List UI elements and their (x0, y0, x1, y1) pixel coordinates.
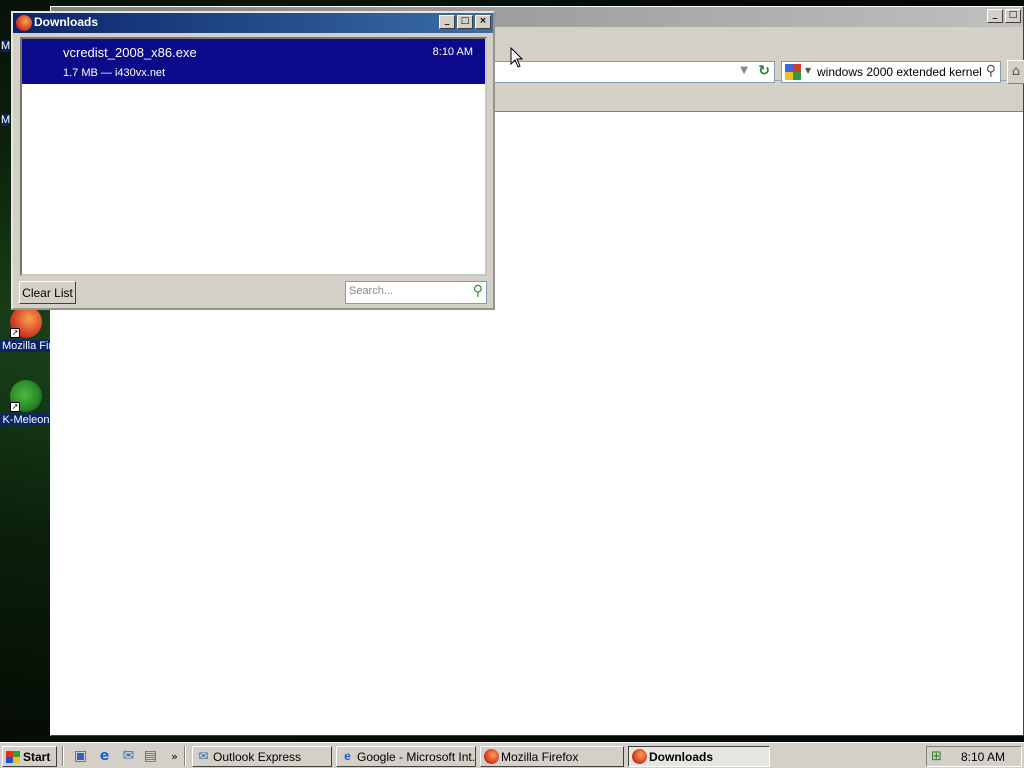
mouse-cursor-icon (510, 47, 524, 68)
taskbar-item-label: Outlook Express (213, 749, 302, 764)
clock[interactable]: 8:10 AM (961, 750, 1005, 764)
taskbar-item-label: Mozilla Firefox (501, 749, 579, 764)
taskbar-item-label: Google - Microsoft Int... (357, 749, 476, 764)
firefox-icon (484, 749, 499, 764)
window-title: Downloads (34, 15, 99, 29)
desktop-icon-firefox[interactable]: ↗ Mozilla Fire (0, 306, 52, 355)
download-meta: 1.7 MB — i430vx.net (63, 67, 166, 79)
internet-explorer-icon: e (344, 749, 351, 763)
k-meleon-icon: ↗ (10, 380, 42, 412)
desktop-edge-label: M (1, 40, 11, 52)
start-label: Start (23, 749, 51, 764)
reload-icon[interactable]: ↻ (758, 63, 770, 79)
show-desktop-icon[interactable]: ▣ (72, 748, 89, 765)
firefox-icon (16, 15, 32, 31)
desktop-icon-label: K-Meleon (0, 414, 52, 426)
taskbar-separator (184, 746, 186, 766)
taskbar-item-internet-explorer[interactable]: e Google - Microsoft Int... (336, 746, 476, 767)
shortcut-arrow-icon: ↗ (10, 328, 20, 338)
taskbar-item-outlook-express[interactable]: ✉ Outlook Express (192, 746, 332, 767)
search-icon[interactable]: ⚲ (473, 283, 483, 299)
url-dropdown-icon[interactable]: ▼ (740, 65, 748, 76)
outlook-express-icon: ✉ (198, 749, 209, 763)
shortcut-arrow-icon: ↗ (10, 402, 20, 412)
network-icon[interactable]: ⊞ (931, 749, 942, 764)
download-filename: vcredist_2008_x86.exe (63, 45, 197, 60)
windows-explorer-icon[interactable]: ▤ (142, 748, 159, 765)
start-button[interactable]: Start (2, 746, 57, 767)
windows-logo-icon (6, 751, 20, 763)
google-icon[interactable] (785, 64, 801, 80)
quick-launch-overflow[interactable]: » (166, 748, 183, 765)
maximize-button[interactable]: □ (457, 15, 473, 29)
desktop-icon-k-meleon[interactable]: ↗ K-Meleon (0, 380, 52, 429)
taskbar: Start ▣ e ✉ ▤ » ✉ Outlook Express e Goog… (0, 742, 1024, 768)
downloads-search-box[interactable]: ⚲ (345, 281, 487, 304)
download-time: 8:10 AM (432, 46, 473, 58)
taskbar-item-downloads[interactable]: Downloads (628, 746, 770, 767)
close-button[interactable]: × (475, 15, 491, 29)
search-query[interactable]: windows 2000 extended kernel (817, 65, 982, 79)
search-engine-dropdown-icon[interactable]: ▼ (805, 66, 811, 75)
internet-explorer-icon[interactable]: e (96, 748, 113, 765)
firefox-icon: ↗ (10, 306, 42, 338)
desktop-icon-label: Mozilla Fire (0, 340, 52, 352)
download-item[interactable]: vcredist_2008_x86.exe 1.7 MB — i430vx.ne… (22, 39, 485, 84)
outlook-express-icon[interactable]: ✉ (120, 748, 137, 765)
downloads-list[interactable]: vcredist_2008_x86.exe 1.7 MB — i430vx.ne… (20, 37, 487, 276)
taskbar-item-label: Downloads (649, 749, 714, 764)
home-button[interactable]: ⌂ (1007, 60, 1024, 84)
downloads-search-input[interactable] (349, 285, 464, 297)
taskbar-item-mozilla-firefox[interactable]: Mozilla Firefox (480, 746, 624, 767)
minimize-button[interactable]: _ (987, 9, 1003, 23)
minimize-button[interactable]: _ (439, 15, 455, 29)
downloads-titlebar[interactable]: Downloads _ □ × (13, 13, 493, 33)
firefox-icon (632, 749, 647, 764)
search-bar[interactable]: ▼ windows 2000 extended kernel ⚲ (781, 61, 1001, 83)
desktop-edge-label: M (1, 114, 11, 126)
search-icon[interactable]: ⚲ (986, 63, 996, 79)
downloads-window[interactable]: Downloads _ □ × vcredist_2008_x86.exe 1.… (11, 11, 495, 310)
taskbar-separator (62, 746, 64, 766)
maximize-button[interactable]: □ (1005, 9, 1021, 23)
system-tray: ⊞ 8:10 AM (926, 746, 1022, 767)
clear-list-button[interactable]: Clear List (19, 281, 76, 304)
